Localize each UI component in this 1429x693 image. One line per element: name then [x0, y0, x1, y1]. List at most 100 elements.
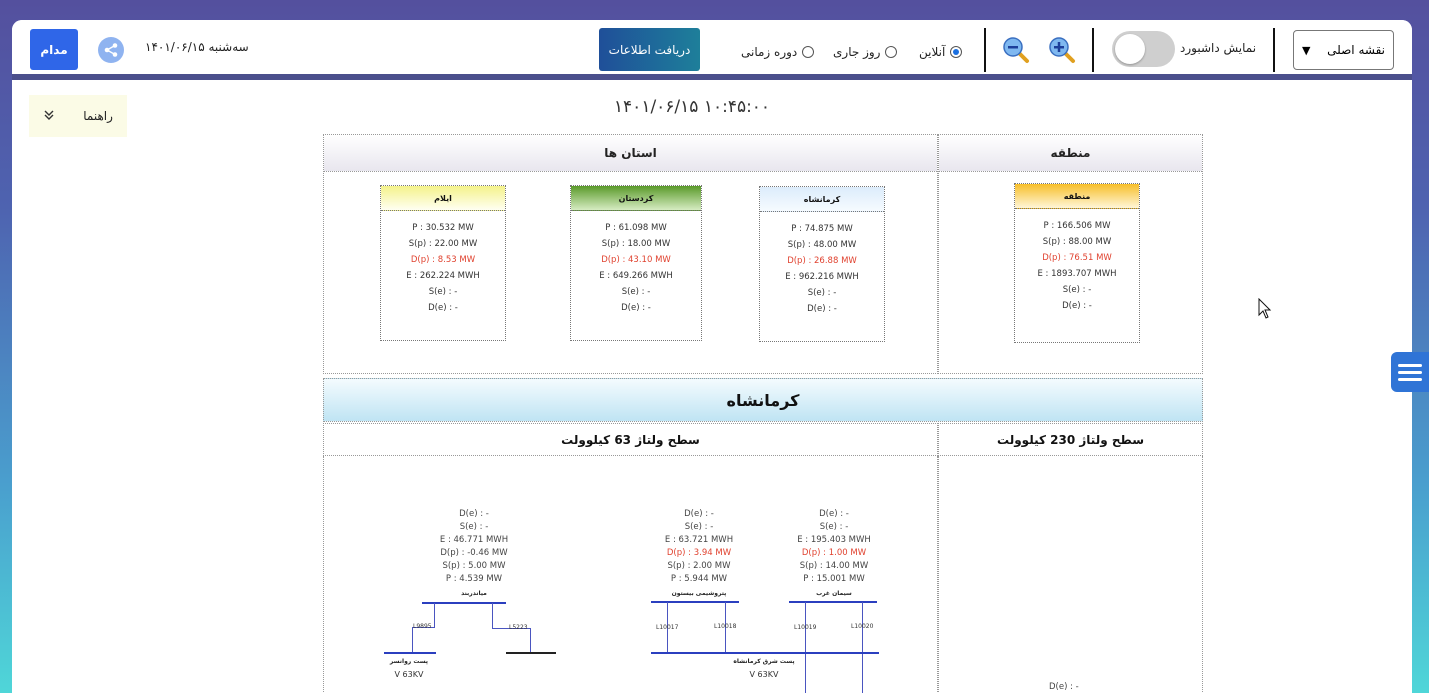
- station-stats: D(e) : - S(e) : - E : 46.771 MWH D(p) : …: [414, 508, 534, 586]
- hamburger-menu-icon[interactable]: [1391, 352, 1429, 392]
- station-de: D(e) : -: [684, 509, 714, 519]
- region-section: منطقه منطقه P : 166.506 MW S(p) : 88.00 …: [938, 134, 1203, 374]
- busbar: [384, 652, 436, 654]
- card-se: S(e) : -: [621, 287, 651, 297]
- card-e: E : 1893.707 MWH: [1037, 269, 1117, 279]
- card-se: S(e) : -: [428, 287, 458, 297]
- app-window: مدام سه‌شنبه ۱۴۰۱/۰۶/۱۵ دریافت اطلاعات د…: [12, 20, 1412, 693]
- card-e: E : 649.266 MWH: [599, 271, 673, 281]
- radio-period-dot[interactable]: [802, 46, 815, 58]
- map-select-value: نقشه اصلی: [1327, 43, 1385, 57]
- card-e: E : 962.216 MWH: [785, 272, 859, 282]
- card-dp: D(p) : 26.88 MW: [787, 256, 857, 266]
- provinces-header: استان ها: [324, 135, 937, 172]
- radio-online-dot[interactable]: [950, 46, 963, 58]
- card-p: P : 166.506 MW: [1043, 221, 1111, 231]
- card-ilam: ایلام P : 30.532 MW S(p) : 22.00 MW D(p)…: [380, 185, 506, 341]
- station-stats: D(e) : - S(e) : - E : 195.403 MWH D(p) :…: [792, 508, 876, 586]
- provinces-section: استان ها ایلام P : 30.532 MW S(p) : 22.0…: [323, 134, 938, 374]
- data-timestamp: ۱۴۰۱/۰۶/۱۵ ۱۰:۴۵:۰۰: [613, 97, 771, 117]
- level-230-diagram: D(e) : -: [938, 456, 1203, 693]
- divider: [1092, 28, 1094, 72]
- wire: [805, 602, 806, 693]
- station-de: D(e) : -: [459, 509, 489, 519]
- card-title: کردستان: [571, 186, 701, 211]
- map-select[interactable]: ▼ نقشه اصلی: [1293, 30, 1394, 70]
- divider: [1273, 28, 1275, 72]
- card-se: S(e) : -: [1062, 285, 1092, 295]
- line-label: L10018: [714, 623, 737, 630]
- card-p: P : 30.532 MW: [412, 223, 474, 233]
- help-label: راهنما: [83, 109, 113, 123]
- card-sp: S(p) : 22.00 MW: [408, 239, 478, 249]
- card-de: D(e) : -: [807, 304, 837, 314]
- busbar: [506, 652, 556, 654]
- radio-today-dot[interactable]: [885, 46, 898, 58]
- wire: [530, 628, 531, 652]
- fetch-data-button[interactable]: دریافت اطلاعات: [599, 28, 700, 71]
- dashboard-toggle[interactable]: [1112, 31, 1175, 67]
- card-de: D(e) : -: [428, 303, 458, 313]
- radio-today[interactable]: روز جاری: [833, 45, 898, 59]
- mouse-cursor-icon: [1258, 298, 1272, 319]
- top-toolbar: مدام سه‌شنبه ۱۴۰۱/۰۶/۱۵ دریافت اطلاعات د…: [12, 20, 1412, 80]
- station-de: D(e) : -: [819, 509, 849, 519]
- zoom-in-icon[interactable]: [1048, 36, 1076, 64]
- card-se: S(e) : -: [807, 288, 837, 298]
- card-de: D(e) : -: [621, 303, 651, 313]
- card-sp: S(p) : 88.00 MW: [1042, 237, 1112, 247]
- station-se: S(e) : -: [819, 522, 849, 532]
- station-name: میاندربند: [461, 590, 487, 597]
- level-63-diagram: D(e) : - S(e) : - E : 46.771 MWH D(p) : …: [323, 456, 938, 693]
- card-title: منطقه: [1015, 184, 1139, 209]
- station-sp: S(p) : 5.00 MW: [442, 561, 506, 571]
- station-sp: S(p) : 14.00 MW: [799, 561, 869, 571]
- station-e: E : 46.771 MWH: [439, 535, 509, 545]
- help-panel[interactable]: راهنما: [29, 95, 127, 137]
- card-kermanshah: کرمانشاه P : 74.875 MW S(p) : 48.00 MW D…: [759, 186, 885, 342]
- wire: [492, 603, 493, 628]
- station-dp: D(p) : 3.94 MW: [666, 548, 732, 558]
- card-p: P : 61.098 MW: [605, 223, 667, 233]
- line-label: L10020: [851, 623, 874, 630]
- busbar: [789, 601, 877, 603]
- card-p: P : 74.875 MW: [791, 224, 853, 234]
- station-sp: S(p) : 2.00 MW: [667, 561, 731, 571]
- main-content: راهنما ۱۴۰۱/۰۶/۱۵ ۱۰:۴۵:۰۰ استان ها ایلا…: [12, 86, 1412, 693]
- card-title: کرمانشاه: [760, 187, 884, 212]
- station-e: E : 195.403 MWH: [797, 535, 871, 545]
- radio-period-label: دوره زمانی: [741, 45, 798, 59]
- always-button[interactable]: مدام: [30, 29, 78, 70]
- share-icon[interactable]: [98, 37, 124, 63]
- station-se: S(e) : -: [684, 522, 714, 532]
- divider: [984, 28, 986, 72]
- card-region: منطقه P : 166.506 MW S(p) : 88.00 MW D(p…: [1014, 183, 1140, 343]
- card-kurdistan: کردستان P : 61.098 MW S(p) : 18.00 MW D(…: [570, 185, 702, 341]
- substation-name: پست شرق کرمانشاه: [733, 658, 795, 665]
- substation-voltage: V 63KV: [749, 670, 779, 679]
- radio-online[interactable]: آنلاین: [919, 45, 963, 59]
- busbar: [651, 652, 879, 654]
- station-dp: D(p) : -0.46 MW: [440, 548, 508, 558]
- kermanshah-banner: کرمانشاه: [323, 378, 1203, 422]
- zoom-out-icon[interactable]: [1002, 36, 1030, 64]
- radio-period[interactable]: دوره زمانی: [741, 45, 815, 59]
- station-stats: D(e) : - S(e) : - E : 63.721 MWH D(p) : …: [649, 508, 749, 586]
- station-se: S(e) : -: [459, 522, 489, 532]
- station-name: سیمان غرب: [816, 590, 852, 597]
- level-63-header: سطح ولتاژ 63 کیلوولت: [323, 423, 938, 456]
- card-title: ایلام: [381, 186, 505, 211]
- wire: [862, 602, 863, 693]
- card-dp: D(p) : 8.53 MW: [410, 255, 476, 265]
- station-p: P : 4.539 MW: [445, 574, 503, 584]
- dashboard-toggle-label: نمایش داشبورد: [1180, 41, 1257, 55]
- wire: [412, 627, 413, 652]
- expand-chevron-icon[interactable]: [43, 109, 55, 124]
- substation-voltage: V 63KV: [394, 670, 424, 679]
- toggle-knob: [1115, 34, 1145, 64]
- card-dp: D(p) : 43.10 MW: [601, 255, 671, 265]
- station-e: E : 63.721 MWH: [664, 535, 734, 545]
- wire: [434, 603, 435, 627]
- current-date: سه‌شنبه ۱۴۰۱/۰۶/۱۵: [145, 40, 249, 54]
- station-dp: D(p) : 1.00 MW: [801, 548, 867, 558]
